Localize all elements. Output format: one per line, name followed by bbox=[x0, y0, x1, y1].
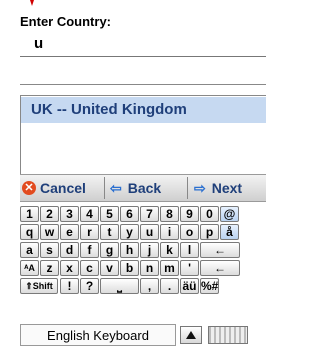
result-label: UK -- United Kingdom bbox=[31, 101, 187, 118]
divider bbox=[20, 84, 266, 85]
separator bbox=[187, 177, 188, 199]
key[interactable]: 9 bbox=[180, 206, 199, 222]
key[interactable]: o bbox=[180, 224, 199, 240]
key[interactable]: f bbox=[80, 242, 99, 258]
key[interactable]: n bbox=[140, 260, 159, 276]
key[interactable]: x bbox=[60, 260, 79, 276]
cancel-icon: ✕ bbox=[22, 181, 36, 195]
arrow-left-icon: ⇦ bbox=[110, 179, 122, 196]
key[interactable]: 5 bbox=[100, 206, 119, 222]
key[interactable]: q bbox=[20, 224, 39, 240]
key[interactable]: t bbox=[100, 224, 119, 240]
key[interactable]: e bbox=[60, 224, 79, 240]
key[interactable]: 4 bbox=[80, 206, 99, 222]
keyboard-icon[interactable] bbox=[208, 326, 248, 344]
country-input[interactable]: u bbox=[34, 35, 43, 52]
key[interactable]: . bbox=[160, 278, 179, 294]
key[interactable]: z bbox=[40, 260, 59, 276]
key[interactable]: s bbox=[40, 242, 59, 258]
key[interactable]: w bbox=[40, 224, 59, 240]
key[interactable]: c bbox=[80, 260, 99, 276]
key[interactable]: @ bbox=[220, 206, 239, 222]
keyboard-name[interactable]: English Keyboard bbox=[20, 324, 176, 346]
key[interactable]: 7 bbox=[140, 206, 159, 222]
enter-key[interactable]: ← bbox=[200, 260, 240, 276]
key[interactable]: d bbox=[60, 242, 79, 258]
umlaut-key[interactable]: äü bbox=[180, 278, 199, 294]
space-key[interactable]: ⎵ bbox=[100, 278, 139, 294]
shift-key[interactable]: ⇑Shift bbox=[20, 278, 58, 294]
cancel-button[interactable]: ✕ Cancel bbox=[22, 175, 86, 201]
key[interactable]: l bbox=[180, 242, 199, 258]
separator bbox=[104, 177, 105, 199]
key[interactable]: 1 bbox=[20, 206, 39, 222]
key[interactable]: i bbox=[160, 224, 179, 240]
key[interactable]: ' bbox=[180, 260, 199, 276]
symbols-key[interactable]: %# bbox=[200, 278, 219, 294]
arrow-right-icon: ⇨ bbox=[194, 179, 206, 196]
next-label: Next bbox=[211, 180, 243, 196]
back-button[interactable]: ⇦ Back bbox=[110, 175, 161, 201]
triangle-up-icon bbox=[186, 331, 196, 339]
key[interactable]: 8 bbox=[160, 206, 179, 222]
key[interactable]: 3 bbox=[60, 206, 79, 222]
key[interactable]: k bbox=[160, 242, 179, 258]
key[interactable]: 2 bbox=[40, 206, 59, 222]
key[interactable]: j bbox=[140, 242, 159, 258]
cancel-label: Cancel bbox=[40, 180, 86, 196]
key[interactable]: 6 bbox=[120, 206, 139, 222]
back-label: Back bbox=[127, 180, 162, 196]
key[interactable]: p bbox=[200, 224, 219, 240]
prompt-title: Enter Country: bbox=[20, 14, 111, 29]
key[interactable]: u bbox=[140, 224, 159, 240]
input-underline bbox=[20, 56, 266, 57]
key[interactable]: y bbox=[120, 224, 139, 240]
key[interactable]: a bbox=[20, 242, 39, 258]
key[interactable]: , bbox=[140, 278, 159, 294]
key[interactable]: m bbox=[160, 260, 179, 276]
on-screen-keyboard: 1 2 3 4 5 6 7 8 9 0 @ q w e r t y u i o … bbox=[20, 206, 266, 318]
caps-key[interactable]: ᴬA bbox=[20, 260, 39, 276]
backspace-key[interactable]: ← bbox=[200, 242, 240, 258]
key[interactable]: b bbox=[120, 260, 139, 276]
key[interactable]: ! bbox=[60, 278, 79, 294]
key[interactable]: g bbox=[100, 242, 119, 258]
key[interactable]: h bbox=[120, 242, 139, 258]
keyboard-toggle-button[interactable] bbox=[180, 326, 202, 344]
key[interactable]: r bbox=[80, 224, 99, 240]
key[interactable]: å bbox=[220, 224, 239, 240]
next-button[interactable]: ⇨ Next bbox=[194, 175, 242, 201]
key[interactable]: 0 bbox=[200, 206, 219, 222]
keyboard-status-bar: English Keyboard bbox=[20, 324, 266, 346]
action-bar: ✕ Cancel ⇦ Back ⇨ Next bbox=[20, 174, 266, 202]
red-marker-icon bbox=[30, 0, 34, 6]
key[interactable]: v bbox=[100, 260, 119, 276]
key[interactable]: ? bbox=[80, 278, 99, 294]
